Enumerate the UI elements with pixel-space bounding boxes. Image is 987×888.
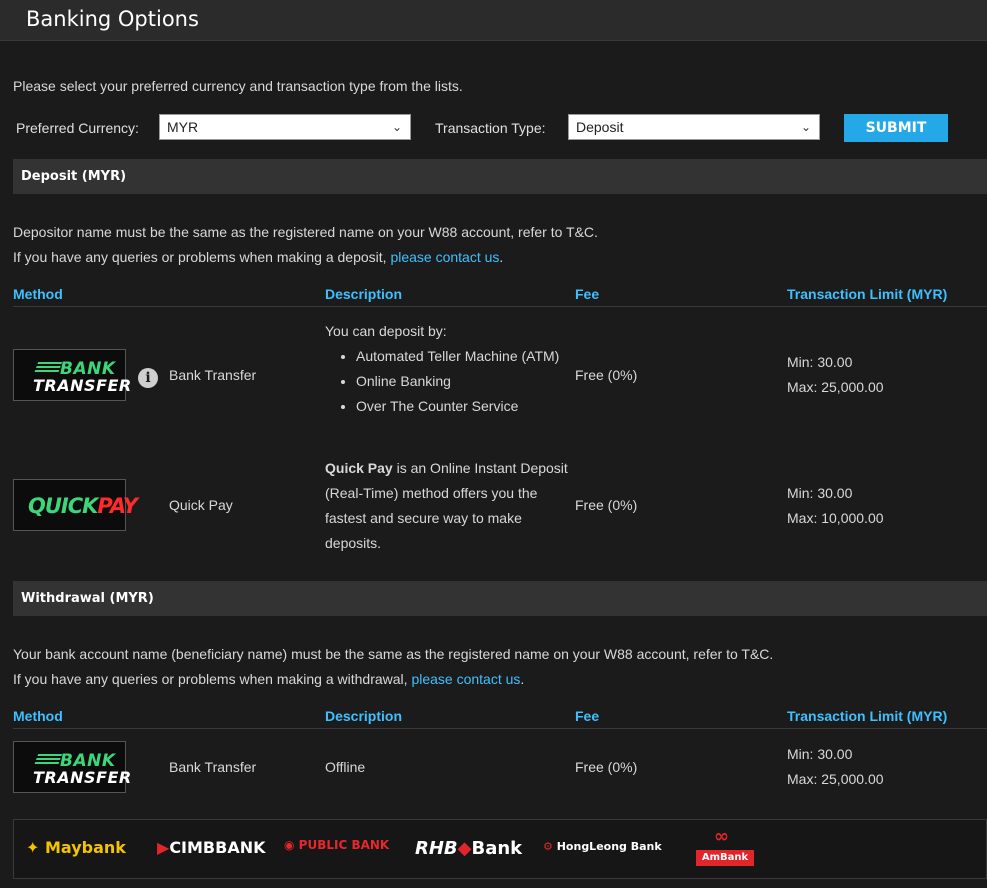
intro-text: Please select your preferred currency an… bbox=[13, 78, 463, 94]
quick-pay-logo: QUICKPAY bbox=[13, 479, 138, 531]
currency-select[interactable]: MYR ⌄ bbox=[159, 114, 411, 140]
quick-pay-desc-line1: Quick Pay is an Online Instant Deposit bbox=[325, 456, 575, 481]
withdrawal-note-contact: If you have any queries or problems when… bbox=[13, 671, 524, 687]
withdrawal-contact-link[interactable]: please contact us bbox=[411, 671, 520, 687]
ambank-label: AmBank bbox=[696, 850, 754, 866]
deposit-max-bank-transfer: Max: 25,000.00 bbox=[787, 379, 884, 395]
deposit-description-bank-transfer: You can deposit by: Automated Teller Mac… bbox=[325, 319, 575, 419]
currency-label: Preferred Currency: bbox=[16, 120, 139, 136]
hong-leong-emblem-icon: ⚙ bbox=[543, 840, 553, 853]
deposit-desc-list: Automated Teller Machine (ATM) Online Ba… bbox=[325, 344, 575, 419]
cimb-logo: ▶CIMBBANK bbox=[157, 838, 266, 857]
quick-pay-desc-bold: Quick Pay bbox=[325, 460, 393, 476]
deposit-method-bank-transfer: Bank Transfer bbox=[169, 367, 257, 383]
deposit-col-fee: Fee bbox=[575, 286, 600, 302]
cimb-chevron-icon: ▶ bbox=[157, 838, 170, 857]
logo-text-transfer: TRANSFER bbox=[33, 376, 132, 395]
quick-pay-desc-rest: is an Online Instant Deposit bbox=[392, 460, 568, 476]
withdrawal-section-header: Withdrawal (MYR) bbox=[13, 581, 987, 616]
quick-pay-desc-line3: fastest and secure way to make bbox=[325, 510, 522, 526]
rhb-bank-logo: RHB◆Bank bbox=[415, 838, 522, 859]
tiger-icon: ✦ bbox=[26, 838, 40, 857]
withdrawal-min: Min: 30.00 bbox=[787, 746, 853, 762]
withdrawal-note-name: Your bank account name (beneficiary name… bbox=[13, 646, 774, 662]
deposit-min-bank-transfer: Min: 30.00 bbox=[787, 354, 853, 370]
public-bank-logo: ◉ PUBLIC BANK bbox=[284, 838, 389, 852]
cimb-label: CIMBBANK bbox=[169, 838, 266, 857]
deposit-header-label: Deposit (MYR) bbox=[21, 169, 127, 184]
deposit-note-prefix: If you have any queries or problems when… bbox=[13, 249, 391, 265]
bank-transfer-logo: BANK TRANSFER bbox=[13, 349, 131, 401]
quick-pay-desc-line2: (Real-Time) method offers you the bbox=[325, 485, 538, 501]
deposit-fee-bank-transfer: Free (0%) bbox=[575, 367, 638, 383]
rhb-label: RHB bbox=[415, 838, 458, 859]
divider bbox=[13, 728, 987, 729]
hong-leong-bank-logo: ⚙ HongLeong Bank bbox=[543, 840, 662, 853]
logo-text-transfer: TRANSFER bbox=[33, 768, 132, 787]
info-icon[interactable]: i bbox=[138, 368, 158, 388]
maybank-label: Maybank bbox=[44, 838, 126, 857]
deposit-note-contact: If you have any queries or problems when… bbox=[13, 249, 503, 265]
ambank-emblem-icon: ∞ bbox=[714, 826, 729, 847]
rhb-bank-label: Bank bbox=[471, 838, 523, 859]
withdrawal-fee: Free (0%) bbox=[575, 759, 638, 775]
withdrawal-method-bank-transfer: Bank Transfer bbox=[169, 759, 257, 775]
chevron-down-icon: ⌄ bbox=[800, 120, 811, 134]
currency-value: MYR bbox=[167, 119, 199, 135]
page-title: Banking Options bbox=[26, 7, 199, 31]
withdrawal-col-fee: Fee bbox=[575, 708, 600, 724]
chevron-down-icon: ⌄ bbox=[391, 120, 402, 134]
withdrawal-col-limit: Transaction Limit (MYR) bbox=[787, 708, 948, 724]
title-bar: Banking Options bbox=[0, 0, 987, 41]
withdrawal-note-suffix: . bbox=[520, 671, 525, 687]
supported-banks-strip: ✦ Maybank ▶CIMBBANK ◉ PUBLIC BANK RHB◆Ba… bbox=[13, 819, 987, 879]
withdrawal-col-description: Description bbox=[325, 708, 403, 724]
deposit-note-name: Depositor name must be the same as the r… bbox=[13, 224, 598, 240]
withdrawal-col-method: Method bbox=[13, 708, 63, 724]
bank-transfer-logo: BANK TRANSFER bbox=[13, 741, 131, 793]
withdrawal-note-prefix: If you have any queries or problems when… bbox=[13, 671, 412, 687]
speed-stripes-icon bbox=[33, 362, 63, 374]
list-item: Automated Teller Machine (ATM) bbox=[356, 344, 575, 369]
withdrawal-max: Max: 25,000.00 bbox=[787, 771, 884, 787]
submit-button[interactable]: SUBMIT bbox=[844, 114, 948, 142]
withdrawal-description: Offline bbox=[325, 759, 366, 775]
logo-text-quickpay: QUICKPAY bbox=[28, 494, 138, 518]
withdrawal-header-label: Withdrawal (MYR) bbox=[21, 591, 154, 606]
transaction-type-label: Transaction Type: bbox=[435, 120, 546, 136]
deposit-note-suffix: . bbox=[499, 249, 504, 265]
speed-stripes-icon bbox=[33, 754, 63, 766]
logo-text-quick: QUICK bbox=[28, 494, 98, 518]
hong-leong-label: HongLeong Bank bbox=[556, 840, 662, 853]
public-bank-label: PUBLIC BANK bbox=[298, 838, 390, 852]
deposit-col-method: Method bbox=[13, 286, 63, 302]
deposit-min-quick-pay: Min: 30.00 bbox=[787, 485, 853, 501]
deposit-desc-intro: You can deposit by: bbox=[325, 323, 447, 339]
rhb-diamond-icon: ◆ bbox=[457, 838, 472, 859]
deposit-col-description: Description bbox=[325, 286, 403, 302]
deposit-max-quick-pay: Max: 10,000.00 bbox=[787, 510, 884, 526]
transaction-type-select[interactable]: Deposit ⌄ bbox=[568, 114, 820, 140]
ambank-logo: ∞ AmBank bbox=[696, 828, 754, 868]
deposit-method-quick-pay: Quick Pay bbox=[169, 497, 233, 513]
transaction-type-value: Deposit bbox=[576, 119, 624, 135]
logo-text-pay: PAY bbox=[97, 494, 138, 518]
deposit-section-header: Deposit (MYR) bbox=[13, 159, 987, 194]
divider bbox=[13, 306, 987, 307]
list-item: Online Banking bbox=[356, 369, 575, 394]
list-item: Over The Counter Service bbox=[356, 394, 575, 419]
public-bank-emblem-icon: ◉ bbox=[284, 838, 295, 852]
deposit-col-limit: Transaction Limit (MYR) bbox=[787, 286, 948, 302]
quick-pay-desc-line4: deposits. bbox=[325, 535, 382, 551]
deposit-contact-link[interactable]: please contact us bbox=[390, 249, 499, 265]
maybank-logo: ✦ Maybank bbox=[26, 838, 126, 857]
deposit-description-quick-pay: Quick Pay is an Online Instant Deposit (… bbox=[325, 456, 575, 556]
deposit-fee-quick-pay: Free (0%) bbox=[575, 497, 638, 513]
